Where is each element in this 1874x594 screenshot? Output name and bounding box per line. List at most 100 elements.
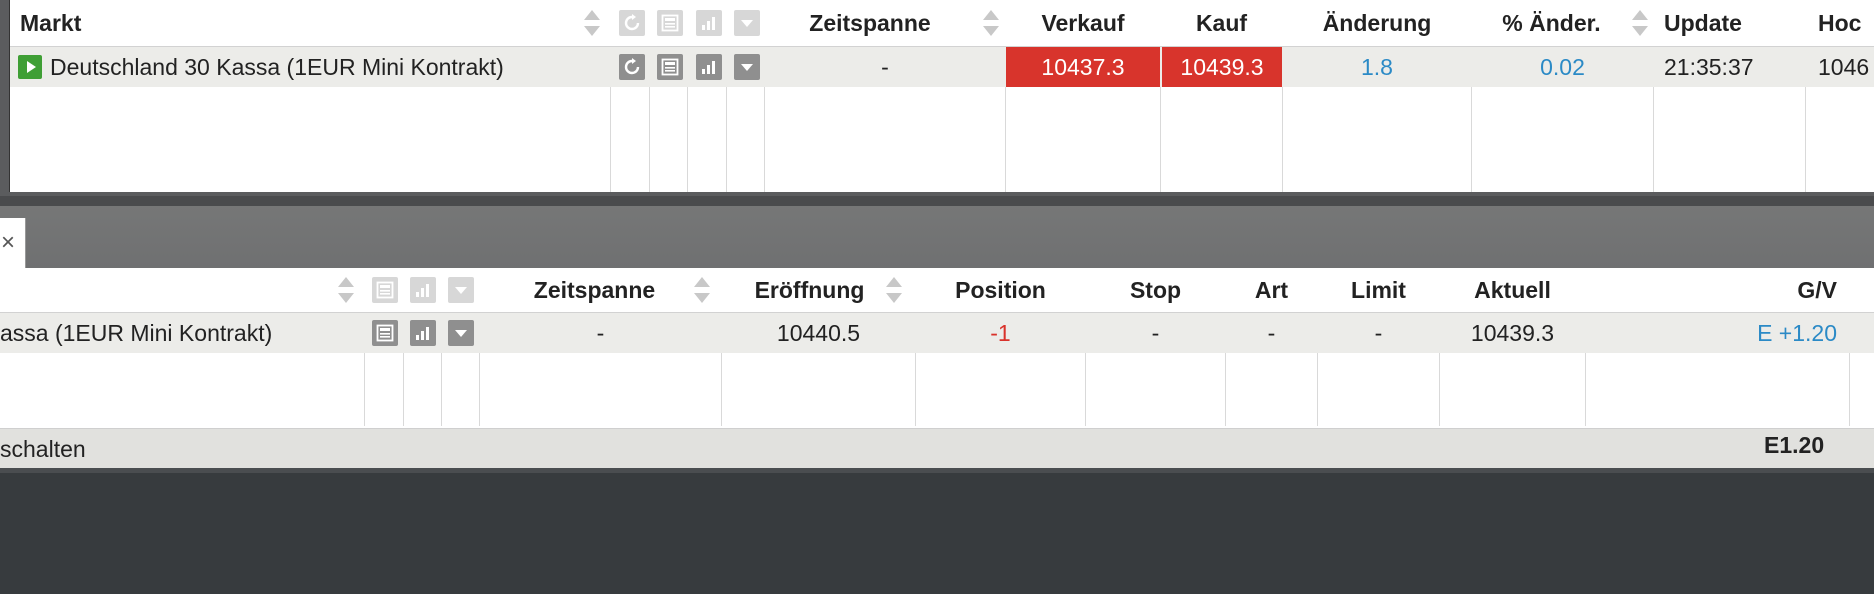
limit-value: -	[1374, 319, 1383, 346]
update-cell: 21:35:37	[1654, 47, 1805, 87]
col-header-current[interactable]: Aktuell	[1440, 268, 1585, 312]
col-header-update[interactable]: Update	[1654, 0, 1805, 46]
dropdown-icon[interactable]	[448, 320, 474, 346]
opening-value: 10440.5	[776, 319, 861, 346]
position-size-value: -1	[990, 319, 1011, 346]
pct-change-value: 0.02	[1540, 53, 1585, 80]
position-timespan-value: -	[596, 319, 605, 346]
sort-arrows-icon[interactable]	[983, 8, 999, 38]
col-header-pct-change-label: % Änder.	[1502, 9, 1601, 36]
table-row[interactable]: assa (1EUR Mini Kontrakt) - 10440.5 -1 -…	[0, 313, 1874, 353]
col-header-stop-label: Stop	[1129, 276, 1182, 303]
refresh-icon[interactable]	[619, 54, 645, 80]
col-header-market[interactable]: Markt	[10, 0, 610, 46]
close-icon[interactable]: ×	[1, 231, 15, 255]
current-value: 10439.3	[1470, 319, 1555, 346]
type-cell: -	[1226, 313, 1317, 353]
play-icon[interactable]	[18, 55, 42, 79]
table-row[interactable]: Deutschland 30 Kassa (1EUR Mini Kontrakt…	[10, 47, 1874, 87]
position-market-name: assa (1EUR Mini Kontrakt)	[0, 319, 273, 346]
chart-icon	[696, 10, 722, 36]
sell-price-value: 10437.3	[1041, 53, 1125, 80]
positions-tab[interactable]: ×	[0, 218, 26, 268]
col-header-limit[interactable]: Limit	[1318, 268, 1439, 312]
footer-total-value: E1.20	[1764, 431, 1825, 458]
stop-cell[interactable]: -	[1086, 313, 1225, 353]
timespan-cell: -	[765, 47, 1005, 87]
col-header-market[interactable]	[0, 268, 364, 312]
footer-total: E1.20	[1764, 425, 1824, 465]
sort-arrows-icon[interactable]	[886, 275, 902, 305]
col-header-current-label: Aktuell	[1474, 276, 1551, 303]
opening-cell: 10440.5	[722, 313, 915, 353]
col-header-sell-label: Verkauf	[1041, 9, 1125, 36]
markets-grid: Markt Zeitspanne Verkauf Kauf Änderung %…	[9, 0, 1874, 192]
col-header-sell[interactable]: Verkauf	[1006, 0, 1160, 46]
col-header-pct-change[interactable]: % Änder.	[1472, 0, 1653, 46]
buy-price-button[interactable]: 10439.3	[1162, 47, 1282, 87]
positions-header-row: Zeitspanne Eröffnung Position Stop Art L…	[0, 268, 1874, 313]
col-header-type[interactable]: Art	[1226, 268, 1317, 312]
panel-bottom-edge	[0, 468, 1874, 473]
position-market-cell[interactable]: assa (1EUR Mini Kontrakt)	[0, 313, 364, 353]
col-header-change[interactable]: Änderung	[1283, 0, 1471, 46]
chart-icon	[410, 277, 436, 303]
stop-value: -	[1151, 319, 1160, 346]
col-header-timespan[interactable]: Zeitspanne	[765, 0, 1005, 46]
markets-header-row: Markt Zeitspanne Verkauf Kauf Änderung %…	[10, 0, 1874, 47]
col-header-high-label: Hoc	[1818, 9, 1862, 36]
sort-arrows-icon[interactable]	[584, 8, 600, 38]
market-name-cell[interactable]: Deutschland 30 Kassa (1EUR Mini Kontrakt…	[10, 47, 610, 87]
markets-panel: Markt Zeitspanne Verkauf Kauf Änderung %…	[0, 0, 1874, 196]
col-header-opening-label: Eröffnung	[754, 276, 865, 303]
dropdown-icon	[734, 10, 760, 36]
sort-arrows-icon[interactable]	[1632, 8, 1648, 38]
high-cell: 1046	[1806, 47, 1874, 87]
chart-icon[interactable]	[696, 54, 722, 80]
col-header-timespan-label: Zeitspanne	[533, 276, 656, 303]
position-timespan-cell: -	[480, 313, 721, 353]
col-header-market-label: Markt	[20, 9, 82, 36]
sort-arrows-icon[interactable]	[694, 275, 710, 305]
pnl-cell: E +1.20	[1586, 313, 1849, 353]
update-value: 21:35:37	[1664, 53, 1754, 80]
dropdown-icon[interactable]	[734, 54, 760, 80]
limit-cell[interactable]: -	[1318, 313, 1439, 353]
pnl-value: E +1.20	[1757, 319, 1837, 346]
buy-price-value: 10439.3	[1180, 53, 1264, 80]
footer-toggle-link[interactable]: schalten	[0, 429, 86, 469]
current-cell: 10439.3	[1440, 313, 1585, 353]
details-icon	[657, 10, 683, 36]
details-icon	[372, 277, 398, 303]
sell-price-button[interactable]: 10437.3	[1006, 47, 1160, 87]
col-header-update-label: Update	[1664, 9, 1742, 36]
col-header-buy[interactable]: Kauf	[1161, 0, 1282, 46]
timespan-value: -	[881, 53, 889, 80]
panel-tab-strip: ×	[0, 196, 1874, 268]
market-name: Deutschland 30 Kassa (1EUR Mini Kontrakt…	[50, 53, 504, 80]
col-header-timespan[interactable]: Zeitspanne	[480, 268, 721, 312]
col-header-buy-label: Kauf	[1195, 9, 1248, 36]
type-value: -	[1267, 319, 1276, 346]
col-header-opening[interactable]: Eröffnung	[722, 268, 915, 312]
details-icon[interactable]	[372, 320, 398, 346]
details-icon[interactable]	[657, 54, 683, 80]
col-header-pnl[interactable]: G/V	[1586, 268, 1849, 312]
change-cell: 1.8	[1283, 47, 1471, 87]
col-header-position[interactable]: Position	[916, 268, 1085, 312]
col-header-timespan-label: Zeitspanne	[809, 9, 931, 36]
col-header-stop[interactable]: Stop	[1086, 268, 1225, 312]
col-header-pnl-label: G/V	[1797, 276, 1837, 303]
col-header-position-label: Position	[955, 276, 1046, 303]
chart-icon[interactable]	[410, 320, 436, 346]
col-header-high[interactable]: Hoc	[1806, 0, 1874, 46]
pct-change-cell: 0.02	[1472, 47, 1653, 87]
refresh-icon	[619, 10, 645, 36]
col-header-type-label: Art	[1254, 276, 1289, 303]
sort-arrows-icon[interactable]	[338, 275, 354, 305]
col-header-change-label: Änderung	[1322, 9, 1432, 36]
change-value: 1.8	[1361, 53, 1393, 80]
footer-toggle-label: schalten	[0, 435, 86, 462]
positions-footer: schalten E1.20	[0, 428, 1874, 469]
dropdown-icon	[448, 277, 474, 303]
